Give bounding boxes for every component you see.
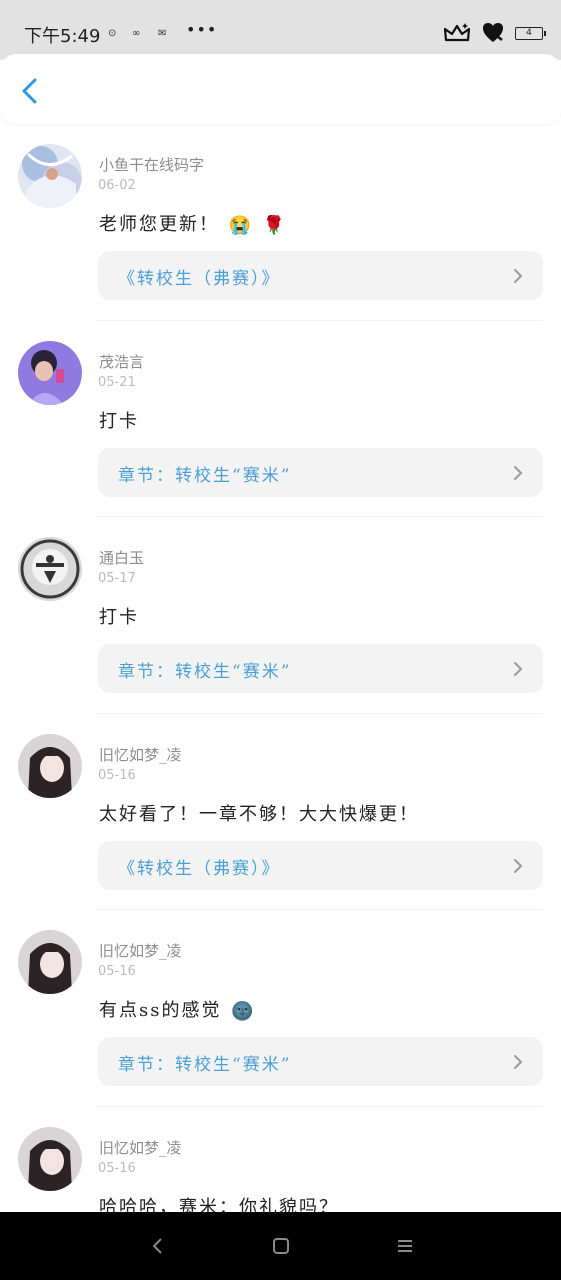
comment-item: 小鱼干在线码字 06-02 老师您更新！ 😭 🌹 《转校生（弗赛）》 bbox=[0, 124, 561, 321]
chapter-link[interactable]: 章节：转校生“赛米” bbox=[98, 447, 543, 497]
comment-content: 打卡 bbox=[99, 407, 139, 433]
status-more-dots: ••• bbox=[186, 20, 218, 39]
heart-shield-icon bbox=[483, 23, 503, 42]
comment-item: 茂浩言 05-21 打卡 章节：转校生“赛米” bbox=[0, 321, 561, 517]
comment-item: 通白玉 05-17 打卡 章节：转校生“赛米” bbox=[0, 517, 561, 714]
comment-list[interactable]: 小鱼干在线码字 06-02 老师您更新！ 😭 🌹 《转校生（弗赛）》 茂浩言 0… bbox=[0, 124, 561, 1212]
comment-text: 老师您更新！ bbox=[99, 214, 219, 235]
status-indicator-1: ⊙ bbox=[108, 28, 117, 39]
comment-date: 05-16 bbox=[98, 767, 136, 783]
chevron-right-icon bbox=[514, 465, 523, 480]
moon-face-emoji-icon: 🌚 bbox=[231, 1000, 256, 1022]
comment-content: 太好看了！一章不够！大大快爆更！ bbox=[99, 800, 419, 826]
chapter-title: 《转校生（弗赛）》 bbox=[118, 269, 281, 289]
comment-username[interactable]: 旧忆如梦_凌 bbox=[99, 744, 182, 765]
rose-emoji-icon: 🌹 bbox=[262, 214, 288, 236]
comment-date: 05-17 bbox=[98, 571, 136, 586]
crying-emoji-icon: 😭 bbox=[228, 214, 254, 236]
menu-nav-icon[interactable] bbox=[393, 1234, 417, 1258]
comment-username[interactable]: 旧忆如梦_凌 bbox=[99, 1137, 182, 1158]
home-nav-icon[interactable] bbox=[269, 1234, 293, 1258]
comment-item: 旧忆如梦_凌 05-16 哈哈哈，赛米：你礼貌吗？ bbox=[0, 1107, 561, 1213]
chapter-link[interactable]: 章节：转校生“赛米” bbox=[98, 1037, 543, 1086]
status-indicator-3: ✉ bbox=[158, 28, 167, 39]
comment-item: 旧忆如梦_凌 05-16 有点ss的感觉 🌚 章节：转校生“赛米” bbox=[0, 910, 561, 1107]
comment-item: 旧忆如梦_凌 05-16 太好看了！一章不够！大大快爆更！ 《转校生（弗赛）》 bbox=[0, 714, 561, 910]
chevron-right-icon bbox=[514, 269, 523, 283]
comment-content: 有点ss的感觉 🌚 bbox=[99, 996, 256, 1022]
avatar[interactable] bbox=[18, 930, 82, 994]
avatar[interactable] bbox=[18, 144, 82, 208]
comment-username[interactable]: 小鱼干在线码字 bbox=[99, 154, 204, 175]
comment-date: 05-16 bbox=[98, 964, 136, 979]
comment-username[interactable]: 通白玉 bbox=[99, 547, 144, 568]
status-indicator-2: ∞ bbox=[132, 28, 141, 39]
comment-username[interactable]: 旧忆如梦_凌 bbox=[99, 940, 182, 961]
comment-username[interactable]: 茂浩言 bbox=[99, 351, 144, 372]
chapter-title: 章节：转校生“赛米” bbox=[118, 1055, 292, 1075]
comment-date: 06-02 bbox=[98, 178, 136, 193]
comment-text: 哈哈哈，赛米：你礼貌吗？ bbox=[99, 1196, 339, 1213]
comment-content: 哈哈哈，赛米：你礼貌吗？ bbox=[99, 1193, 339, 1213]
avatar[interactable] bbox=[18, 340, 82, 405]
chevron-right-icon bbox=[514, 662, 523, 676]
chapter-title: 《转校生（弗赛）》 bbox=[118, 858, 281, 879]
chapter-link[interactable]: 章节：转校生“赛米” bbox=[98, 644, 543, 693]
comment-content: 打卡 bbox=[99, 603, 139, 629]
comment-date: 05-21 bbox=[98, 374, 136, 390]
back-nav-icon[interactable] bbox=[146, 1234, 170, 1258]
chevron-left-icon bbox=[22, 78, 37, 104]
chapter-title: 章节：转校生“赛米” bbox=[118, 465, 292, 486]
comment-text: 打卡 bbox=[99, 410, 139, 432]
status-bar: 下午5:49 ⊙ ∞ ✉ ••• 4 bbox=[0, 0, 561, 60]
comment-text: 太好看了！一章不够！大大快爆更！ bbox=[99, 803, 419, 825]
battery-icon: 4 bbox=[515, 26, 546, 40]
comment-date: 05-16 bbox=[98, 1160, 136, 1176]
chevron-right-icon bbox=[514, 1055, 523, 1069]
chapter-title: 章节：转校生“赛米” bbox=[118, 662, 292, 682]
chapter-link[interactable]: 《转校生（弗赛）》 bbox=[98, 840, 543, 890]
avatar[interactable] bbox=[18, 537, 82, 601]
comment-content: 老师您更新！ 😭 🌹 bbox=[99, 210, 287, 236]
status-time: 下午5:49 bbox=[24, 26, 101, 47]
avatar[interactable] bbox=[18, 733, 82, 798]
chapter-link[interactable]: 《转校生（弗赛）》 bbox=[98, 251, 543, 300]
back-button[interactable] bbox=[16, 76, 46, 106]
crown-icon bbox=[443, 23, 471, 42]
comment-text: 打卡 bbox=[99, 607, 139, 628]
chevron-right-icon bbox=[514, 858, 523, 873]
top-app-bar bbox=[0, 54, 561, 124]
avatar[interactable] bbox=[18, 1126, 82, 1191]
system-nav-bar bbox=[0, 1212, 561, 1280]
comment-text: 有点ss的感觉 bbox=[99, 1000, 222, 1021]
